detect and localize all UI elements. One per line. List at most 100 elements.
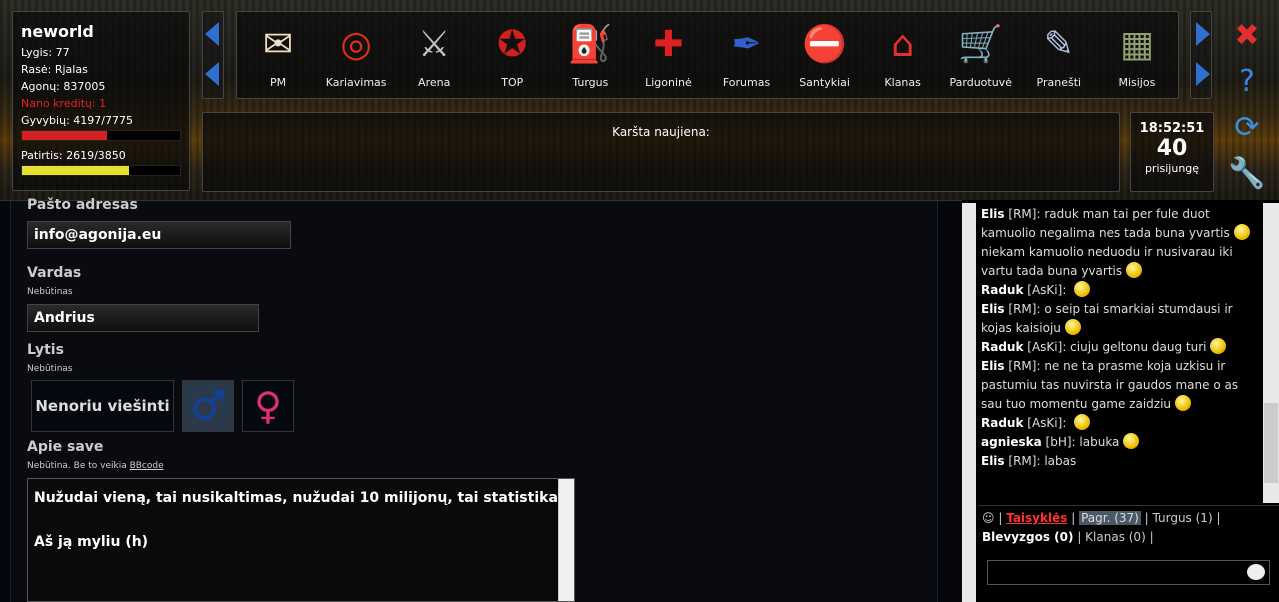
chat-text: labuka [1079, 435, 1120, 449]
chat-message: Elis [RM]: labas [981, 454, 1077, 468]
name-hint: Nebūtinas [27, 287, 73, 297]
exp-bar-fill [22, 166, 130, 175]
chat-user[interactable]: Raduk [981, 416, 1023, 430]
menu-item-forumas[interactable]: ✒ Forumas [707, 12, 785, 98]
menu-scroll-left[interactable] [202, 11, 224, 99]
menu-item-top[interactable]: ✪ TOP [473, 12, 551, 98]
tab-main[interactable]: Pagr. (37) [1079, 511, 1141, 525]
chat-tag: [RM] [1008, 359, 1037, 373]
chat-user[interactable]: Elis [981, 302, 1005, 316]
close-icon[interactable]: ✖ [1226, 12, 1268, 58]
smiley-icon[interactable]: ☺ [982, 511, 995, 525]
name-field[interactable]: Andrius [27, 304, 259, 332]
male-symbol-icon: ♂ [190, 383, 226, 429]
wrench-icon[interactable]: 🔧 [1226, 150, 1268, 196]
menu-item-misijos[interactable]: ▦ Misijos [1098, 12, 1176, 98]
menu-item-label: Forumas [722, 76, 771, 89]
menu-item-klanas[interactable]: ⌂ Klanas [864, 12, 942, 98]
main-scrollbar[interactable] [962, 203, 976, 602]
arrow-left-icon[interactable] [205, 22, 219, 46]
pen-icon[interactable]: ✒ [724, 22, 770, 68]
chat-user[interactable]: Elis [981, 359, 1005, 373]
menu-item-kariavimas[interactable]: ◎ Kariavimas [317, 12, 395, 98]
chat-scrollbar[interactable] [1263, 203, 1279, 503]
menu-item-parduotuvė[interactable]: 🛒 Parduotuvė [942, 12, 1020, 98]
swords-icon[interactable]: ⚔ [411, 22, 457, 68]
chat-tag: [AsKi] [1027, 283, 1063, 297]
speech-icon[interactable]: ✎ [1036, 22, 1082, 68]
player-agonies: Agonų: 837005 [21, 80, 106, 93]
menu-item-santykiai[interactable]: ⛔ Santykiai [786, 12, 864, 98]
map-icon[interactable]: ▦ [1114, 22, 1160, 68]
chat-user[interactable]: Raduk [981, 340, 1023, 354]
about-label: Apie save [27, 439, 104, 455]
main-menu: ✉ PM ◎ Kariavimas ⚔ Arena ✪ TOP ⛽ Turgus ✚ Ligoninė… [236, 11, 1179, 99]
smiley-icon [1074, 414, 1091, 430]
houses-icon[interactable]: ⌂ [880, 22, 926, 68]
chat-log: Elis [RM]: raduk man tai per fule duot k… [978, 203, 1262, 503]
cart-icon[interactable]: 🛒 [958, 22, 1004, 68]
target-icon[interactable]: ◎ [333, 22, 379, 68]
news-ticker: Karšta naujiena: [202, 112, 1120, 192]
bbcode-link[interactable]: BBcode [130, 461, 164, 471]
chat-input[interactable] [987, 560, 1270, 585]
tab-market[interactable]: Turgus (1) [1153, 511, 1213, 525]
gender-label: Lytis [27, 342, 64, 358]
chat-message: agnieska [bH]: labuka [981, 433, 1259, 452]
chat-message: Elis [RM]: o seip tai smarkiai stumdausi… [981, 302, 1233, 335]
menu-item-label: TOP [501, 76, 524, 89]
player-nano-credits: Nano kreditų: 1 [21, 97, 107, 110]
online-count: 40 [1156, 136, 1188, 161]
about-line: Nužudai vieną, tai nusikaltimas, nužudai… [34, 490, 564, 506]
chat-user[interactable]: Raduk [981, 283, 1023, 297]
about-hint: Nebūtina. Be to veikia BBcode [27, 461, 164, 471]
ribbon-icon[interactable]: ✪ [489, 22, 535, 68]
exp-bar [21, 165, 181, 176]
player-level: Lygis: 77 [21, 46, 70, 59]
chat-user[interactable]: Elis [981, 454, 1005, 468]
server-time: 18:52:51 [1139, 121, 1205, 136]
menu-item-label: Kariavimas [325, 76, 387, 89]
gender-none-option[interactable]: Nenoriu viešinti [31, 380, 174, 432]
menu-item-arena[interactable]: ⚔ Arena [395, 12, 473, 98]
textarea-scrollbar[interactable] [558, 479, 574, 601]
chat-message: Elis [RM]: ne ne ta prasme koja uzkisu i… [981, 359, 1239, 411]
menu-scroll-right[interactable] [1190, 11, 1212, 99]
news-label: Karšta naujiena: [612, 125, 710, 139]
send-bubble-icon[interactable] [1247, 564, 1265, 580]
help-icon[interactable]: ? [1226, 58, 1268, 104]
refresh-icon[interactable]: ⟳ [1226, 104, 1268, 150]
name-label: Vardas [27, 265, 82, 281]
about-textarea[interactable]: Nužudai vieną, tai nusikaltimas, nužudai… [27, 478, 575, 602]
menu-item-turgus[interactable]: ⛽ Turgus [551, 12, 629, 98]
player-stats: neworld Lygis: 77 Rasė: Rjalas Agonų: 83… [12, 11, 190, 191]
top-header: neworld Lygis: 77 Rasė: Rjalas Agonų: 83… [0, 0, 1279, 200]
red-cross-icon[interactable]: ✚ [645, 22, 691, 68]
email-field[interactable]: info@agonija.eu [27, 221, 291, 249]
envelope-icon[interactable]: ✉ [255, 22, 301, 68]
chat-user[interactable]: Elis [981, 207, 1005, 221]
basket-icon[interactable]: ⛽ [567, 22, 613, 68]
arrow-right-icon[interactable] [1196, 22, 1210, 46]
chat-rules-link[interactable]: Taisyklės [1006, 511, 1067, 525]
smiley-icon [1210, 338, 1227, 354]
chat-text: labas [1044, 454, 1077, 468]
menu-item-pranešti[interactable]: ✎ Pranešti [1020, 12, 1098, 98]
gender-female-option[interactable]: ♀ [242, 380, 294, 432]
chat-scroll-thumb[interactable] [1264, 403, 1278, 483]
gender-male-option[interactable]: ♂ [182, 380, 234, 432]
tab-clan[interactable]: Klanas (0) [1085, 530, 1146, 544]
arrow-left-icon[interactable] [205, 62, 219, 86]
relations-icon[interactable]: ⛔ [802, 22, 848, 68]
chat-user[interactable]: agnieska [981, 435, 1042, 449]
menu-item-label: Klanas [884, 76, 921, 89]
menu-item-pm[interactable]: ✉ PM [239, 12, 317, 98]
smiley-icon [1064, 319, 1081, 335]
chat-text: niekam kamuolio neduodu ir nusivarau iki… [981, 245, 1233, 278]
player-name: neworld [21, 22, 94, 41]
about-line: Aš ją myliu (h) [34, 534, 149, 550]
menu-item-ligoninė[interactable]: ✚ Ligoninė [629, 12, 707, 98]
chat-tag: [RM] [1008, 454, 1037, 468]
arrow-right-icon[interactable] [1196, 62, 1210, 86]
tab-swear[interactable]: Blevyzgos (0) [982, 530, 1074, 544]
